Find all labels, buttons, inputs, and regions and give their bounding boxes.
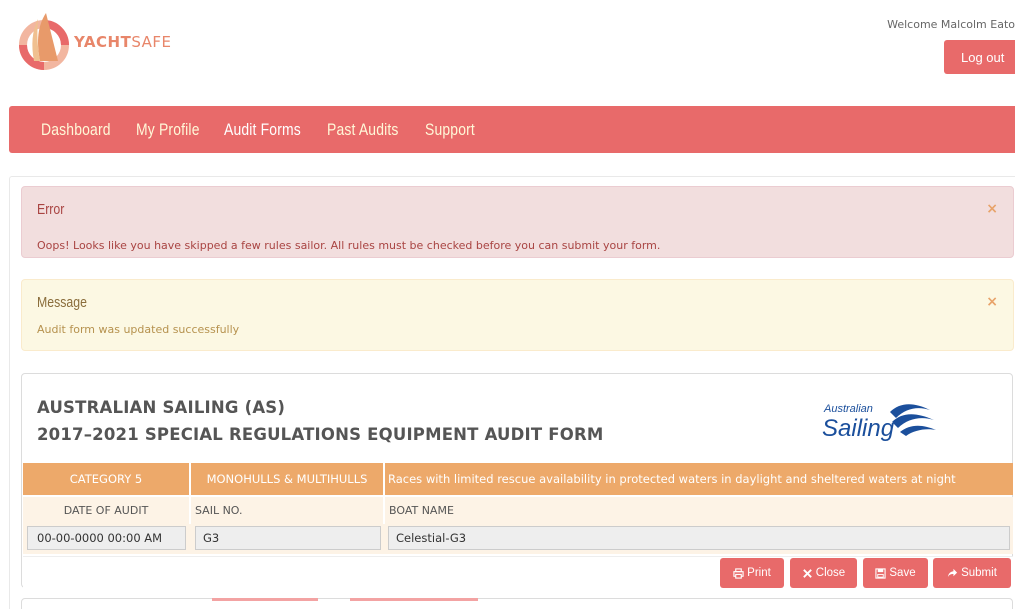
- message-alert: Message Audit form was updated successfu…: [21, 279, 1014, 351]
- as-logo-line1: Australian: [823, 403, 873, 415]
- brand-light: SAFE: [131, 33, 172, 51]
- category-label: CATEGORY 5: [23, 463, 191, 495]
- category-row: CATEGORY 5 MONOHULLS & MULTIHULLS Races …: [23, 463, 1013, 495]
- form-title: AUSTRALIAN SAILING (AS) 2017–2021 SPECIA…: [37, 394, 604, 448]
- boat-name-input[interactable]: [388, 526, 1010, 550]
- form-title-line1: AUSTRALIAN SAILING (AS): [37, 398, 286, 417]
- message-alert-text: Audit form was updated successfully: [37, 323, 240, 336]
- yachtsafe-logo[interactable]: YACHTSAFE: [18, 10, 178, 74]
- logout-button[interactable]: Log out: [944, 40, 1015, 74]
- nav-support[interactable]: Support: [425, 120, 475, 140]
- field-inputs-row: [23, 524, 1013, 554]
- error-close-icon[interactable]: ×: [986, 201, 998, 217]
- error-alert-title: Error: [37, 201, 65, 218]
- error-alert-text: Oops! Looks like you have skipped a few …: [37, 239, 661, 252]
- print-icon: [733, 567, 744, 579]
- error-alert: Error Oops! Looks like you have skipped …: [21, 186, 1014, 258]
- save-icon: [875, 567, 887, 579]
- date-of-audit-label: DATE OF AUDIT: [23, 497, 191, 524]
- as-logo-line2: Sailing: [822, 415, 895, 442]
- sail-no-label: SAIL NO.: [191, 497, 385, 524]
- field-labels-row: DATE OF AUDIT SAIL NO. BOAT NAME: [23, 497, 1013, 524]
- page-header: YACHTSAFE Welcome Malcolm Eato Log out: [0, 0, 1015, 100]
- nav-audit-forms[interactable]: Audit Forms: [224, 120, 301, 140]
- message-close-icon[interactable]: ×: [986, 294, 998, 310]
- form-actions: Print Close Save Submit: [23, 556, 1013, 589]
- form-title-line2: 2017–2021 SPECIAL REGULATIONS EQUIPMENT …: [37, 425, 604, 444]
- share-arrow-icon: [948, 568, 958, 577]
- audit-form-card: AUSTRALIAN SAILING (AS) 2017–2021 SPECIA…: [21, 373, 1013, 589]
- next-section-tab: [350, 598, 478, 601]
- nav-dashboard[interactable]: Dashboard: [41, 120, 111, 140]
- print-label: Print: [747, 567, 771, 579]
- boat-name-label: BOAT NAME: [389, 504, 454, 517]
- close-button[interactable]: Close: [790, 558, 857, 588]
- australian-sailing-logo: Australian Sailing: [822, 403, 936, 442]
- content-panel: Error Oops! Looks like you have skipped …: [9, 176, 1015, 609]
- print-button[interactable]: Print: [720, 558, 784, 588]
- sail-life-ring-icon: [19, 13, 69, 70]
- close-icon: [802, 568, 812, 578]
- nav-my-profile[interactable]: My Profile: [136, 120, 200, 140]
- welcome-text: Welcome Malcolm Eato: [887, 18, 1015, 31]
- brand-bold: YACHT: [74, 33, 132, 51]
- sail-no-input[interactable]: [195, 526, 381, 550]
- message-alert-title: Message: [37, 294, 87, 311]
- submit-label: Submit: [961, 567, 997, 579]
- close-label: Close: [815, 567, 846, 579]
- hull-type: MONOHULLS & MULTIHULLS: [191, 463, 385, 495]
- nav-past-audits[interactable]: Past Audits: [327, 120, 399, 140]
- save-button[interactable]: Save: [863, 558, 928, 588]
- category-description: Races with limited rescue availability i…: [388, 472, 956, 486]
- date-of-audit-input[interactable]: [27, 526, 186, 550]
- submit-button[interactable]: Submit: [933, 558, 1011, 588]
- save-label: Save: [889, 567, 916, 579]
- next-section-tab: [212, 598, 318, 601]
- main-nav: Dashboard My Profile Audit Forms Past Au…: [9, 106, 1015, 153]
- next-section-card: [21, 598, 1013, 609]
